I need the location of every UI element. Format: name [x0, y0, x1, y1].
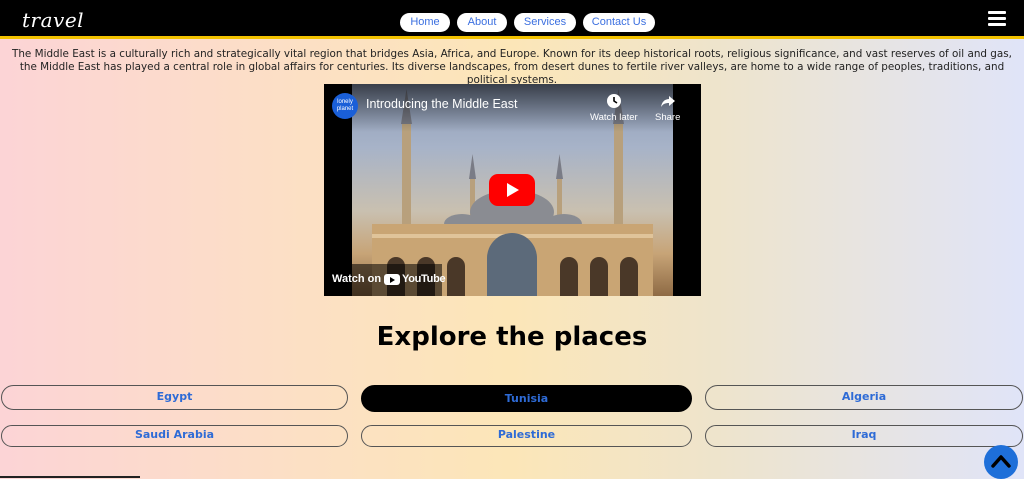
chevron-up-icon: [991, 455, 1011, 468]
video-title[interactable]: Introducing the Middle East: [366, 97, 517, 111]
share-button[interactable]: Share: [655, 93, 680, 123]
channel-avatar-icon[interactable]: lonely planet: [332, 93, 358, 119]
place-button-palestine[interactable]: Palestine: [361, 425, 692, 447]
site-logo[interactable]: travel: [22, 8, 84, 32]
youtube-logo-icon: [384, 274, 400, 285]
place-button-saudi-arabia[interactable]: Saudi Arabia: [1, 425, 348, 447]
share-label: Share: [655, 112, 681, 123]
watch-later-button[interactable]: Watch later: [590, 93, 638, 123]
hamburger-menu-icon[interactable]: [988, 11, 1006, 27]
intro-paragraph: The Middle East is a culturally rich and…: [11, 48, 1012, 86]
nav-about-button[interactable]: About: [457, 13, 507, 32]
watch-later-label: Watch later: [590, 112, 638, 123]
place-button-algeria[interactable]: Algeria: [705, 385, 1023, 410]
share-arrow-icon: [660, 96, 675, 107]
video-embed[interactable]: lonely planet Introducing the Middle Eas…: [324, 84, 701, 296]
play-button[interactable]: [489, 174, 535, 206]
place-button-tunisia[interactable]: Tunisia: [361, 385, 692, 412]
navbar: travel Home About Services Contact Us: [0, 0, 1024, 39]
nav-links: Home About Services Contact Us: [400, 13, 655, 32]
clock-icon: [606, 94, 621, 108]
scroll-to-top-button[interactable]: [984, 445, 1018, 479]
nav-contact-button[interactable]: Contact Us: [583, 13, 655, 32]
section-title: Explore the places: [376, 322, 648, 352]
nav-services-button[interactable]: Services: [514, 13, 576, 32]
watch-on-youtube-button[interactable]: Watch on YouTube: [324, 264, 446, 296]
youtube-wordmark: YouTube: [402, 273, 446, 285]
watch-on-label: Watch on: [332, 273, 382, 285]
place-button-iraq[interactable]: Iraq: [705, 425, 1023, 447]
place-button-egypt[interactable]: Egypt: [1, 385, 348, 410]
nav-home-button[interactable]: Home: [400, 13, 450, 32]
